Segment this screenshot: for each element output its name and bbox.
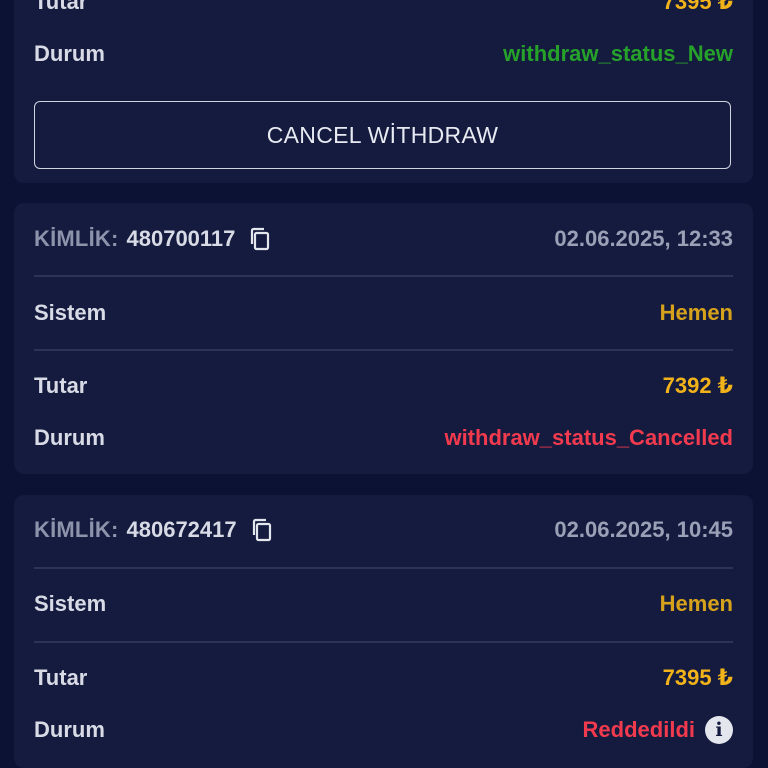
withdraw-card-3: KİMLİK: 480672417 02.06.2025, 10:45 Sist… [14, 495, 753, 768]
amount-value: 7395 ₺ [662, 0, 733, 14]
status-label: Durum [34, 425, 105, 450]
status-value: withdraw_status_Cancelled [444, 425, 733, 450]
system-row: Sistem Hemen [34, 293, 733, 333]
copy-icon[interactable] [251, 518, 273, 542]
amount-label: Tutar [34, 0, 88, 14]
amount-value: 7392 ₺ [662, 373, 733, 398]
system-label: Sistem [34, 591, 107, 616]
system-label: Sistem [34, 300, 107, 325]
status-row: Durum withdraw_status_Cancelled [34, 418, 733, 458]
date-time: 02.06.2025, 10:45 [554, 517, 733, 542]
id-label: KİMLİK: [34, 226, 119, 251]
status-row: Durum Reddedildi i [34, 710, 733, 750]
id-value: 480672417 [126, 517, 237, 542]
id-row: KİMLİK: 480700117 02.06.2025, 12:33 [34, 219, 733, 259]
id-label: KİMLİK: [34, 517, 119, 542]
cancel-withdraw-button[interactable]: CANCEL WİTHDRAW [34, 101, 731, 169]
withdraw-card-1: Tutar 7395 ₺ Durum withdraw_status_New C… [14, 0, 753, 183]
date-time: 02.06.2025, 12:33 [554, 226, 733, 251]
divider [34, 641, 733, 643]
info-icon[interactable]: i [705, 716, 733, 744]
amount-value: 7395 ₺ [662, 665, 733, 690]
divider [34, 349, 733, 351]
status-row: Durum withdraw_status_New [34, 34, 733, 74]
id-row: KİMLİK: 480672417 02.06.2025, 10:45 [34, 510, 733, 550]
withdraw-card-2: KİMLİK: 480700117 02.06.2025, 12:33 Sist… [14, 203, 753, 474]
id-value: 480700117 [126, 226, 236, 251]
amount-label: Tutar [34, 373, 88, 398]
amount-label: Tutar [34, 665, 88, 690]
copy-icon[interactable] [249, 227, 271, 251]
amount-row: Tutar 7395 ₺ [34, 0, 733, 22]
system-value: Hemen [659, 300, 733, 325]
status-value: Reddedildi [582, 717, 695, 742]
amount-row: Tutar 7392 ₺ [34, 366, 733, 406]
status-label: Durum [34, 41, 105, 66]
system-value: Hemen [659, 591, 733, 616]
divider [34, 567, 733, 569]
status-value: withdraw_status_New [503, 41, 733, 66]
system-row: Sistem Hemen [34, 584, 733, 624]
status-label: Durum [34, 717, 105, 742]
divider [34, 275, 733, 277]
amount-row: Tutar 7395 ₺ [34, 658, 733, 698]
